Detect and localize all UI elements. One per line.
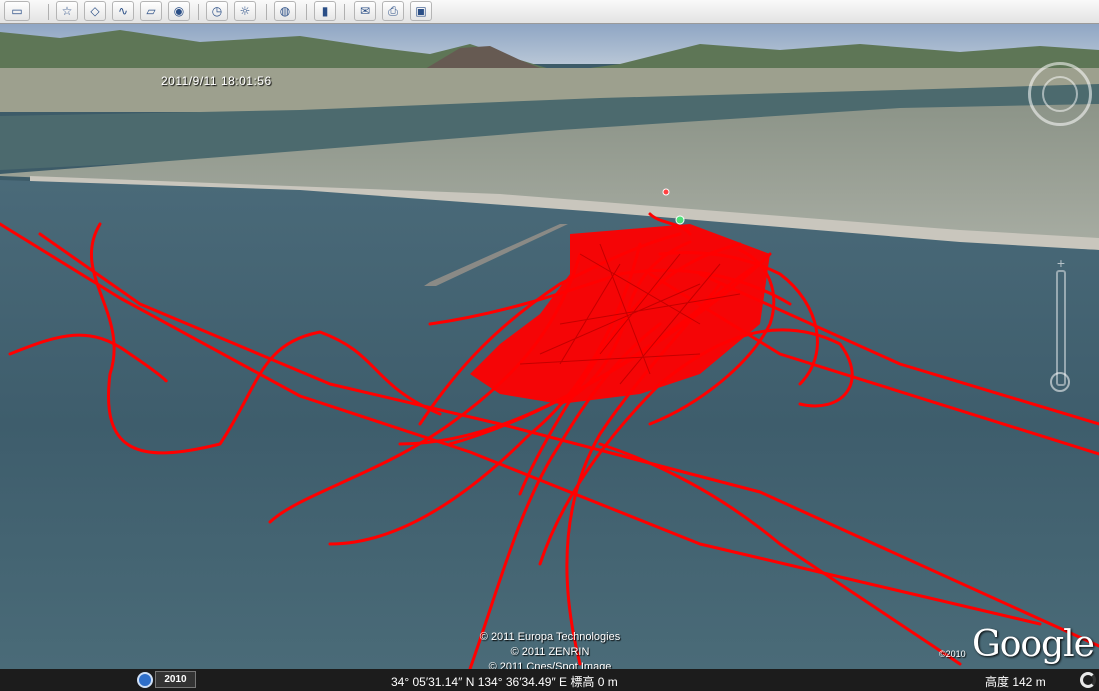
toolbar-separator bbox=[344, 4, 345, 20]
map-view[interactable]: 2011/9/11 18:01:56 + © 2011 Europa Techn… bbox=[0, 24, 1099, 669]
zoom-in-icon[interactable]: + bbox=[1054, 256, 1068, 270]
zoom-slider[interactable] bbox=[1056, 270, 1066, 386]
google-logo: Google bbox=[972, 624, 1095, 665]
record-tour-icon: ◉ bbox=[173, 4, 185, 18]
clock-icon: ◷ bbox=[211, 4, 223, 18]
copyright-notice: © 2011 Europa Technologies © 2011 ZENRIN ©… bbox=[430, 630, 670, 669]
move-control[interactable] bbox=[1042, 76, 1078, 112]
sidebar-toggle-button[interactable]: ▭ bbox=[4, 1, 30, 21]
toolbar: ▭ ☆ ◇ ∿ ▱ ◉ ◷ ☼ ◍ ▮ ✉ ⎙ ▣ bbox=[0, 0, 1099, 24]
end-marker bbox=[662, 188, 670, 196]
sunlight-button[interactable]: ☼ bbox=[234, 1, 256, 21]
print-button[interactable]: ⎙ bbox=[382, 1, 404, 21]
placemark-icon: ☆ bbox=[61, 4, 73, 18]
logo-year: ©2010 bbox=[939, 649, 966, 659]
copyright-line: © 2011 Europa Technologies bbox=[479, 631, 621, 643]
sea bbox=[0, 180, 1099, 669]
zoom-slider-thumb[interactable] bbox=[1050, 372, 1070, 392]
map-view-icon: ▣ bbox=[415, 4, 427, 18]
toolbar-separator bbox=[198, 4, 199, 20]
view-in-maps-button[interactable]: ▣ bbox=[410, 1, 432, 21]
sidebar-icon: ▭ bbox=[11, 4, 23, 18]
print-icon: ⎙ bbox=[388, 4, 398, 18]
add-path-button[interactable]: ∿ bbox=[112, 1, 134, 21]
sun-icon: ☼ bbox=[239, 4, 251, 18]
clock-icon[interactable] bbox=[137, 672, 153, 688]
status-bar: 2010 34° 05′31.14″ N 134° 36′34.49″ E 標高… bbox=[0, 669, 1099, 691]
start-marker bbox=[675, 215, 685, 225]
image-overlay-icon: ▱ bbox=[146, 4, 156, 18]
copyright-line: © 2011 Cnes/Spot Image bbox=[488, 661, 612, 669]
path-icon: ∿ bbox=[117, 4, 129, 18]
streaming-icon bbox=[1080, 672, 1096, 688]
altitude-readout: 高度 142 m bbox=[985, 675, 1046, 689]
ruler-button[interactable]: ▮ bbox=[314, 1, 336, 21]
coordinates-readout: 34° 05′31.14″ N 134° 36′34.49″ E 標高 0 m bbox=[391, 675, 618, 689]
add-polygon-button[interactable]: ◇ bbox=[84, 1, 106, 21]
record-tour-button[interactable]: ◉ bbox=[168, 1, 190, 21]
year-button[interactable]: 2010 bbox=[155, 671, 196, 688]
add-image-overlay-button[interactable]: ▱ bbox=[140, 1, 162, 21]
ruler-icon: ▮ bbox=[321, 4, 329, 18]
historical-imagery-button[interactable]: ◷ bbox=[206, 1, 228, 21]
toolbar-separator bbox=[48, 4, 49, 20]
toolbar-separator bbox=[306, 4, 307, 20]
toolbar-separator bbox=[266, 4, 267, 20]
planet-icon: ◍ bbox=[279, 4, 291, 18]
add-placemark-button[interactable]: ☆ bbox=[56, 1, 78, 21]
terrain-scene bbox=[0, 24, 1099, 669]
mail-icon: ✉ bbox=[359, 4, 371, 18]
switch-planet-button[interactable]: ◍ bbox=[274, 1, 296, 21]
email-button[interactable]: ✉ bbox=[354, 1, 376, 21]
copyright-line: © 2011 ZENRIN bbox=[510, 646, 590, 658]
polygon-icon: ◇ bbox=[90, 4, 100, 18]
timestamp-label: 2011/9/11 18:01:56 bbox=[161, 74, 272, 88]
